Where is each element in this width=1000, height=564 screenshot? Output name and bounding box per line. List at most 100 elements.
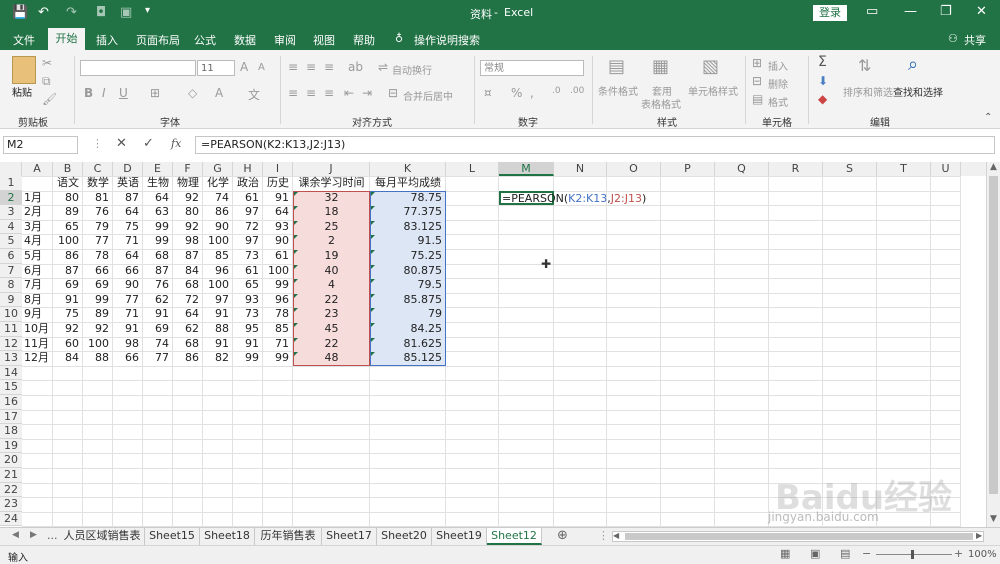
column-header-e[interactable]: E [143, 162, 173, 176]
table-cell[interactable]: 95 [233, 322, 263, 337]
month-cell[interactable]: 7月 [22, 278, 53, 293]
format-cells-button[interactable]: 格式 [768, 94, 788, 109]
header-cell[interactable]: 课余学习时间 [293, 176, 370, 191]
delete-cells-icon[interactable]: ⊟ [752, 74, 762, 88]
sheet-tab[interactable]: Sheet15 [145, 528, 200, 545]
merge-center-button[interactable]: 合并后居中 [403, 88, 453, 103]
table-cell[interactable]: 64 [113, 205, 143, 220]
h-scroll-thumb[interactable] [625, 533, 973, 540]
tab-view[interactable]: 视图 [313, 32, 335, 48]
table-cell[interactable]: 97 [233, 205, 263, 220]
table-cell[interactable]: 85.875 [370, 293, 446, 308]
column-header-r[interactable]: R [769, 162, 823, 176]
month-cell[interactable]: 8月 [22, 293, 53, 308]
table-cell[interactable]: 100 [203, 234, 233, 249]
column-header-s[interactable]: S [823, 162, 877, 176]
column-header-c[interactable]: C [83, 162, 113, 176]
column-header-i[interactable]: I [263, 162, 293, 176]
copy-icon[interactable]: ⧉ [42, 74, 51, 89]
font-name-combo[interactable] [80, 60, 196, 76]
sheet-tab[interactable]: 人员区域销售表 [60, 528, 145, 545]
table-cell[interactable]: 71 [113, 307, 143, 322]
select-all-corner[interactable] [0, 162, 22, 176]
table-cell[interactable]: 99 [83, 293, 113, 308]
table-cell[interactable]: 80.875 [370, 264, 446, 279]
table-cell[interactable]: 87 [173, 249, 203, 264]
table-cell[interactable]: 91 [203, 337, 233, 352]
ribbon-display-icon[interactable]: ▭ [866, 4, 878, 19]
table-cell[interactable]: 23 [293, 307, 370, 322]
table-cell[interactable]: 90 [203, 220, 233, 235]
sheet-tab[interactable]: Sheet18 [200, 528, 255, 545]
restore-icon[interactable]: ❐ [940, 4, 952, 19]
table-cell[interactable]: 62 [173, 322, 203, 337]
bold-icon[interactable]: B [84, 86, 93, 100]
add-sheet-icon[interactable]: ⊕ [557, 528, 568, 543]
table-cell[interactable]: 98 [113, 337, 143, 352]
header-cell[interactable]: 语文 [53, 176, 83, 191]
table-cell[interactable]: 76 [83, 205, 113, 220]
table-cell[interactable]: 80 [53, 191, 83, 206]
tab-page-layout[interactable]: 页面布局 [136, 32, 180, 48]
column-header-q[interactable]: Q [715, 162, 769, 176]
tab-insert[interactable]: 插入 [96, 32, 118, 48]
header-cell[interactable]: 生物 [143, 176, 173, 191]
share-button[interactable]: 共享 [964, 32, 986, 48]
table-cell[interactable]: 89 [53, 205, 83, 220]
table-cell[interactable]: 22 [293, 293, 370, 308]
month-cell[interactable]: 10月 [22, 322, 53, 337]
table-cell[interactable]: 69 [143, 322, 173, 337]
table-cell[interactable]: 65 [233, 278, 263, 293]
table-cell[interactable]: 81 [83, 191, 113, 206]
wrap-text-icon[interactable]: ⇌ [378, 60, 388, 74]
horizontal-scrollbar[interactable] [612, 531, 984, 542]
column-header-a[interactable]: A [22, 162, 53, 176]
table-cell[interactable]: 75 [113, 220, 143, 235]
table-cell[interactable]: 79 [370, 307, 446, 322]
table-cell[interactable]: 86 [203, 205, 233, 220]
table-cell[interactable]: 91 [53, 293, 83, 308]
table-cell[interactable]: 25 [293, 220, 370, 235]
table-cell[interactable]: 62 [143, 293, 173, 308]
table-cell[interactable]: 97 [203, 293, 233, 308]
scroll-right-icon[interactable]: ▶ [976, 531, 982, 540]
table-cell[interactable]: 18 [293, 205, 370, 220]
decrease-indent-icon[interactable]: ⇤ [344, 86, 354, 100]
table-cell[interactable]: 74 [143, 337, 173, 352]
zoom-in-icon[interactable]: + [954, 547, 963, 560]
next-sheet-icon[interactable]: ▶ [30, 530, 37, 540]
month-cell[interactable]: 2月 [22, 205, 53, 220]
insert-cells-icon[interactable]: ⊞ [752, 56, 762, 70]
table-cell[interactable]: 68 [143, 249, 173, 264]
paste-icon[interactable] [12, 56, 36, 84]
column-header-f[interactable]: F [173, 162, 203, 176]
table-cell[interactable]: 92 [173, 220, 203, 235]
table-cell[interactable]: 85.125 [370, 351, 446, 366]
month-cell[interactable]: 9月 [22, 307, 53, 322]
prev-sheet-icon[interactable]: ◀ [12, 530, 19, 540]
sort-filter-button[interactable]: 排序和筛选 [843, 84, 893, 99]
zoom-slider-handle[interactable] [911, 550, 914, 559]
table-cell[interactable]: 75.25 [370, 249, 446, 264]
table-cell[interactable]: 88 [203, 322, 233, 337]
table-cell[interactable]: 91.5 [370, 234, 446, 249]
column-header-d[interactable]: D [113, 162, 143, 176]
header-cell[interactable]: 数学 [83, 176, 113, 191]
column-header-u[interactable]: U [931, 162, 961, 176]
column-header-t[interactable]: T [877, 162, 931, 176]
table-cell[interactable]: 91 [233, 337, 263, 352]
table-cell[interactable]: 97 [233, 234, 263, 249]
header-cell[interactable]: 历史 [263, 176, 293, 191]
table-cell[interactable]: 99 [143, 220, 173, 235]
scroll-up-icon[interactable]: ▲ [990, 162, 997, 172]
sheet-tab[interactable]: Sheet12 [487, 528, 542, 545]
column-header-h[interactable]: H [233, 162, 263, 176]
table-cell[interactable]: 84.25 [370, 322, 446, 337]
table-cell[interactable]: 84 [53, 351, 83, 366]
table-cell[interactable]: 91 [113, 322, 143, 337]
column-header-k[interactable]: K [370, 162, 446, 176]
tell-me-search[interactable]: 操作说明搜索 [414, 32, 480, 48]
table-cell[interactable]: 68 [173, 278, 203, 293]
table-cell[interactable]: 69 [83, 278, 113, 293]
table-cell[interactable]: 90 [263, 234, 293, 249]
